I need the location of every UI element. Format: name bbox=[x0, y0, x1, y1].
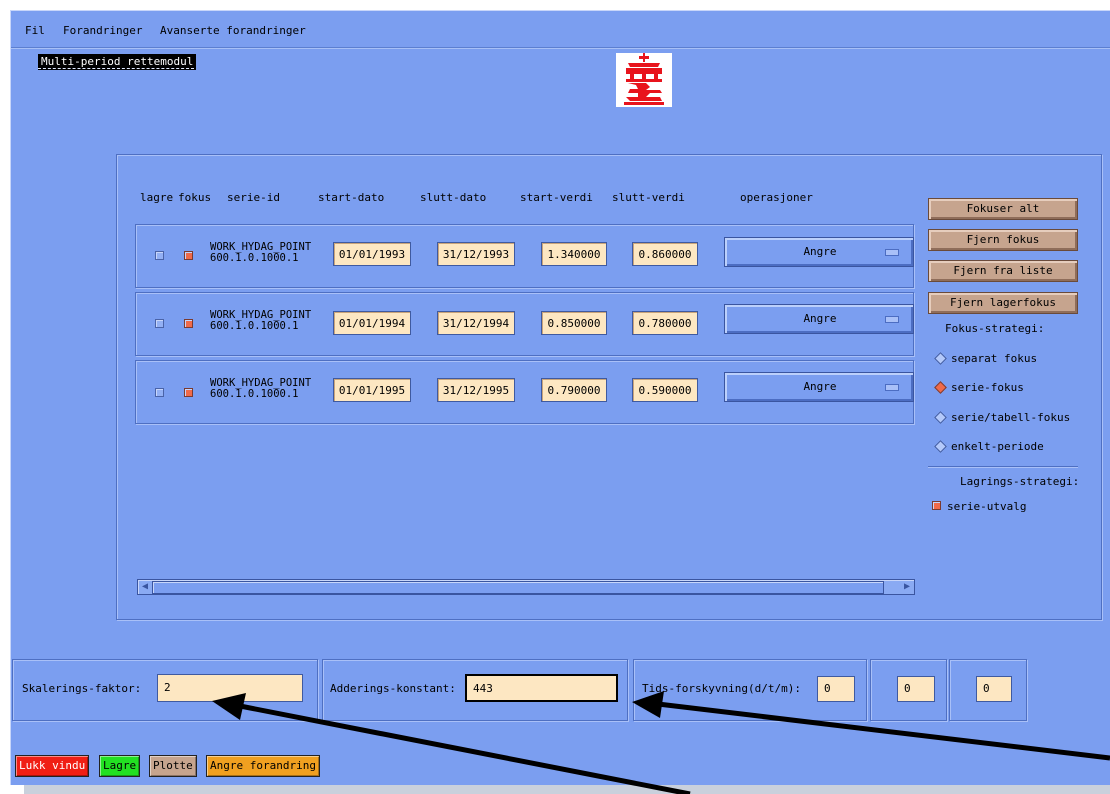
row1-lagre-checkbox[interactable] bbox=[155, 251, 164, 260]
fjern-fra-liste-button[interactable]: Fjern fra liste bbox=[928, 260, 1078, 282]
row2-slutt-verdi-field[interactable]: 0.780000 bbox=[632, 311, 698, 335]
scroll-left-arrow-icon[interactable]: ◀ bbox=[139, 581, 151, 593]
fjern-fokus-button[interactable]: Fjern fokus bbox=[928, 229, 1078, 251]
skalering-input[interactable]: 2 bbox=[157, 674, 303, 702]
row1-operasjon-label: Angre bbox=[803, 245, 837, 258]
row2-start-dato-field[interactable]: 01/01/1994 bbox=[333, 311, 411, 335]
header-lagre: lagre bbox=[140, 191, 174, 204]
serie-utvalg-checkbox[interactable]: serie-utvalg bbox=[932, 500, 1026, 513]
fjern-lagerfokus-button[interactable]: Fjern lagerfokus bbox=[928, 292, 1078, 314]
row3-lagre-checkbox[interactable] bbox=[155, 388, 164, 397]
fokus-strategi-label: Fokus-strategi: bbox=[945, 322, 1045, 335]
radio-diamond-icon bbox=[934, 410, 947, 424]
radio-separat-fokus-label: separat fokus bbox=[951, 352, 1038, 365]
radio-diamond-icon bbox=[934, 351, 947, 365]
row1-slutt-dato-field[interactable]: 31/12/1993 bbox=[437, 242, 515, 266]
side-separator bbox=[928, 466, 1078, 467]
header-start-dato: start-dato bbox=[318, 191, 385, 204]
radio-serie-fokus-label: serie-fokus bbox=[951, 381, 1024, 394]
row1-serie-id: WORK_HYDAG_POINT 600.1.0.1000.1 bbox=[210, 242, 311, 264]
tids-m-input[interactable]: 0 bbox=[976, 676, 1012, 702]
addering-input[interactable]: 443 bbox=[465, 674, 618, 702]
row2-operasjon-menu[interactable]: Angre bbox=[724, 304, 914, 334]
row3-operasjon-label: Angre bbox=[803, 380, 837, 393]
lagrings-strategi-label: Lagrings-strategi: bbox=[960, 475, 1080, 488]
tids-t-input[interactable]: 0 bbox=[897, 676, 935, 702]
row1-serie-code: 600.1.0.1000.1 bbox=[210, 252, 299, 264]
radio-separat-fokus[interactable]: separat fokus bbox=[934, 351, 1038, 365]
fokuser-alt-button[interactable]: Fokuser alt bbox=[928, 198, 1078, 220]
tids-d-input[interactable]: 0 bbox=[817, 676, 855, 702]
skalering-label: Skalerings-faktor: bbox=[22, 682, 142, 695]
angre-forandring-button[interactable]: Angre forandring bbox=[206, 755, 320, 777]
radio-serie-tabell-fokus[interactable]: serie/tabell-fokus bbox=[934, 410, 1071, 424]
row1-start-verdi-field[interactable]: 1.340000 bbox=[541, 242, 607, 266]
row2-lagre-checkbox[interactable] bbox=[155, 319, 164, 328]
plotte-button[interactable]: Plotte bbox=[149, 755, 197, 777]
row2-serie-code: 600.1.0.1000.1 bbox=[210, 320, 299, 332]
horizontal-scrollbar[interactable]: ◀ ▶ bbox=[137, 579, 915, 595]
row2-start-verdi-field[interactable]: 0.850000 bbox=[541, 311, 607, 335]
row3-start-verdi-field[interactable]: 0.790000 bbox=[541, 378, 607, 402]
row3-operasjon-menu[interactable]: Angre bbox=[724, 372, 914, 402]
row1-slutt-verdi-field[interactable]: 0.860000 bbox=[632, 242, 698, 266]
menu-forandringer[interactable]: Forandringer bbox=[63, 24, 142, 37]
row2-fokus-checkbox[interactable] bbox=[184, 319, 193, 328]
row2-slutt-dato-field[interactable]: 31/12/1994 bbox=[437, 311, 515, 335]
radio-enkelt-periode-label: enkelt-periode bbox=[951, 440, 1044, 453]
row3-fokus-checkbox[interactable] bbox=[184, 388, 193, 397]
tids-label: Tids-forskyvning(d/t/m): bbox=[642, 682, 801, 695]
row1-operasjon-menu[interactable]: Angre bbox=[724, 237, 914, 267]
radio-enkelt-periode[interactable]: enkelt-periode bbox=[934, 439, 1044, 453]
header-slutt-dato: slutt-dato bbox=[420, 191, 487, 204]
scroll-right-arrow-icon[interactable]: ▶ bbox=[901, 581, 913, 593]
header-operasjoner: operasjoner bbox=[740, 191, 813, 204]
row1-start-dato-field[interactable]: 01/01/1993 bbox=[333, 242, 411, 266]
header-fokus: fokus bbox=[178, 191, 212, 204]
title-underline bbox=[38, 66, 194, 69]
row3-serie-id: WORK_HYDAG_POINT 600.1.0.1000.1 bbox=[210, 378, 311, 400]
menu-avanserte-forandringer[interactable]: Avanserte forandringer bbox=[160, 24, 306, 37]
addering-label: Adderings-konstant: bbox=[330, 682, 456, 695]
option-menu-indicator-icon bbox=[885, 249, 899, 256]
checkbox-icon bbox=[932, 501, 941, 510]
header-serie-id: serie-id bbox=[227, 191, 280, 204]
scrollbar-thumb[interactable] bbox=[152, 581, 884, 594]
row2-serie-id: WORK_HYDAG_POINT 600.1.0.1000.1 bbox=[210, 310, 311, 332]
header-slutt-verdi: slutt-verdi bbox=[612, 191, 685, 204]
radio-serie-fokus[interactable]: serie-fokus bbox=[934, 380, 1024, 394]
row3-start-dato-field[interactable]: 01/01/1995 bbox=[333, 378, 411, 402]
row3-slutt-dato-field[interactable]: 31/12/1995 bbox=[437, 378, 515, 402]
option-menu-indicator-icon bbox=[885, 384, 899, 391]
radio-serie-tabell-fokus-label: serie/tabell-fokus bbox=[951, 411, 1071, 424]
header-start-verdi: start-verdi bbox=[520, 191, 593, 204]
lagre-button[interactable]: Lagre bbox=[99, 755, 141, 777]
window-shadow-bottom bbox=[24, 784, 1110, 794]
radio-diamond-icon bbox=[934, 380, 947, 394]
crown-logo-icon bbox=[616, 53, 672, 107]
serie-utvalg-label: serie-utvalg bbox=[947, 500, 1027, 513]
row3-slutt-verdi-field[interactable]: 0.590000 bbox=[632, 378, 698, 402]
option-menu-indicator-icon bbox=[885, 316, 899, 323]
menu-bar: Fil Forandringer Avanserte forandringer bbox=[11, 19, 1110, 48]
radio-diamond-icon bbox=[934, 439, 947, 453]
row2-operasjon-label: Angre bbox=[803, 312, 837, 325]
row1-fokus-checkbox[interactable] bbox=[184, 251, 193, 260]
row3-serie-code: 600.1.0.1000.1 bbox=[210, 388, 299, 400]
menu-fil[interactable]: Fil bbox=[25, 24, 45, 37]
lukk-vindu-button[interactable]: Lukk vindu bbox=[15, 755, 90, 777]
